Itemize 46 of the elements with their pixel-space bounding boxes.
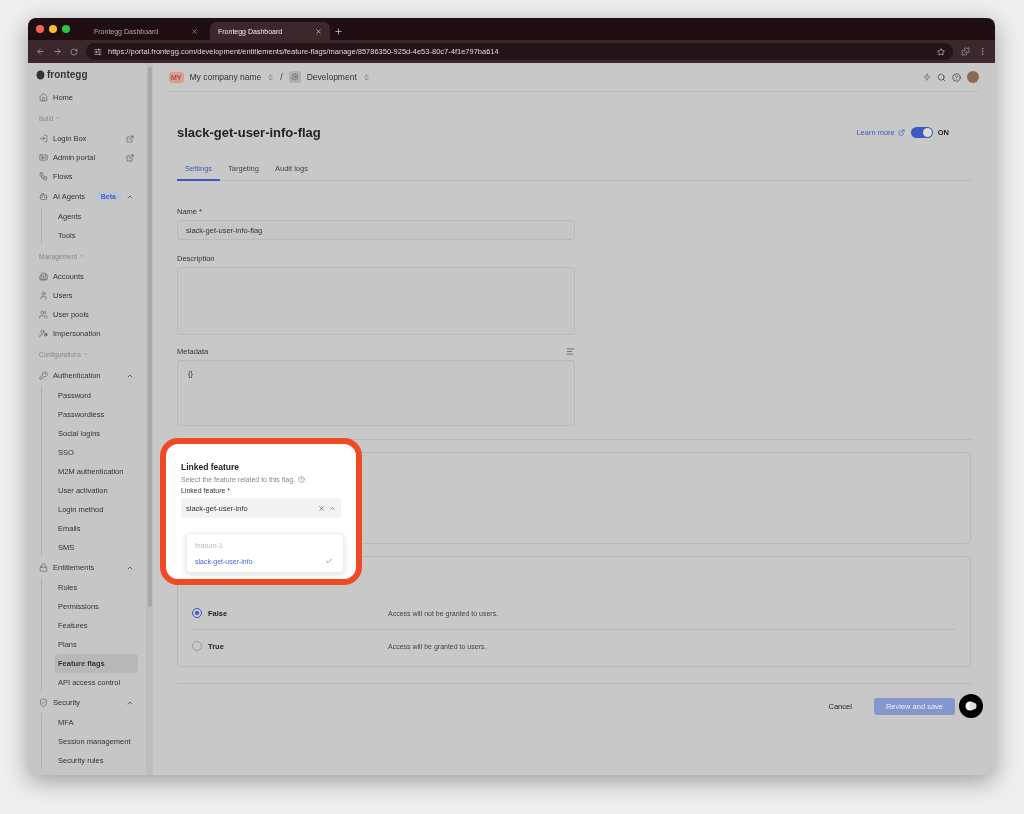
help-icon[interactable] (952, 72, 961, 82)
workspace-name[interactable]: My company name (189, 72, 262, 82)
new-tab-icon[interactable] (334, 27, 343, 36)
sliders-icon[interactable] (94, 47, 102, 56)
clear-icon[interactable] (318, 504, 325, 512)
chevrons-icon (267, 73, 275, 81)
workflow-icon (39, 172, 48, 181)
back-icon[interactable] (36, 47, 45, 56)
maximize-window-button[interactable] (62, 25, 70, 33)
user-icon (39, 291, 48, 300)
format-icon[interactable] (566, 347, 575, 356)
login-icon (39, 134, 48, 143)
chevrons-icon (362, 73, 370, 81)
user-settings-icon (39, 329, 48, 338)
check-icon (325, 557, 333, 565)
external-link-icon (126, 153, 134, 162)
page-title: slack-get-user-info-flag (177, 124, 322, 140)
external-link-icon (126, 134, 134, 143)
lock-icon (39, 563, 48, 572)
home-icon (39, 93, 48, 102)
gear-icon (288, 71, 301, 83)
external-link-icon (897, 128, 905, 136)
forward-icon[interactable] (53, 47, 62, 56)
breadcrumb-separator: / (280, 72, 283, 82)
more-icon[interactable] (978, 47, 987, 56)
chat-icon[interactable] (959, 694, 983, 718)
robot-icon (39, 192, 48, 201)
minimize-window-button[interactable] (49, 25, 57, 33)
id-card-icon (39, 153, 48, 162)
avatar[interactable] (967, 71, 979, 83)
search-icon[interactable] (937, 72, 946, 82)
key-icon (39, 371, 48, 380)
shield-icon (39, 698, 48, 707)
users-icon (39, 310, 48, 319)
star-icon[interactable] (937, 47, 945, 56)
environment-name[interactable]: Development (306, 72, 357, 82)
frontegg-logo: frontegg (36, 69, 146, 80)
section-title: Linked feature (181, 462, 241, 472)
reload-icon[interactable] (70, 47, 78, 56)
close-icon[interactable] (191, 27, 198, 35)
caret-icon (329, 504, 336, 512)
lightning-icon[interactable] (923, 73, 931, 81)
toggle-switch[interactable] (910, 126, 933, 138)
building-icon (39, 272, 48, 281)
extensions-icon[interactable] (961, 47, 970, 56)
close-window-button[interactable] (36, 25, 44, 33)
